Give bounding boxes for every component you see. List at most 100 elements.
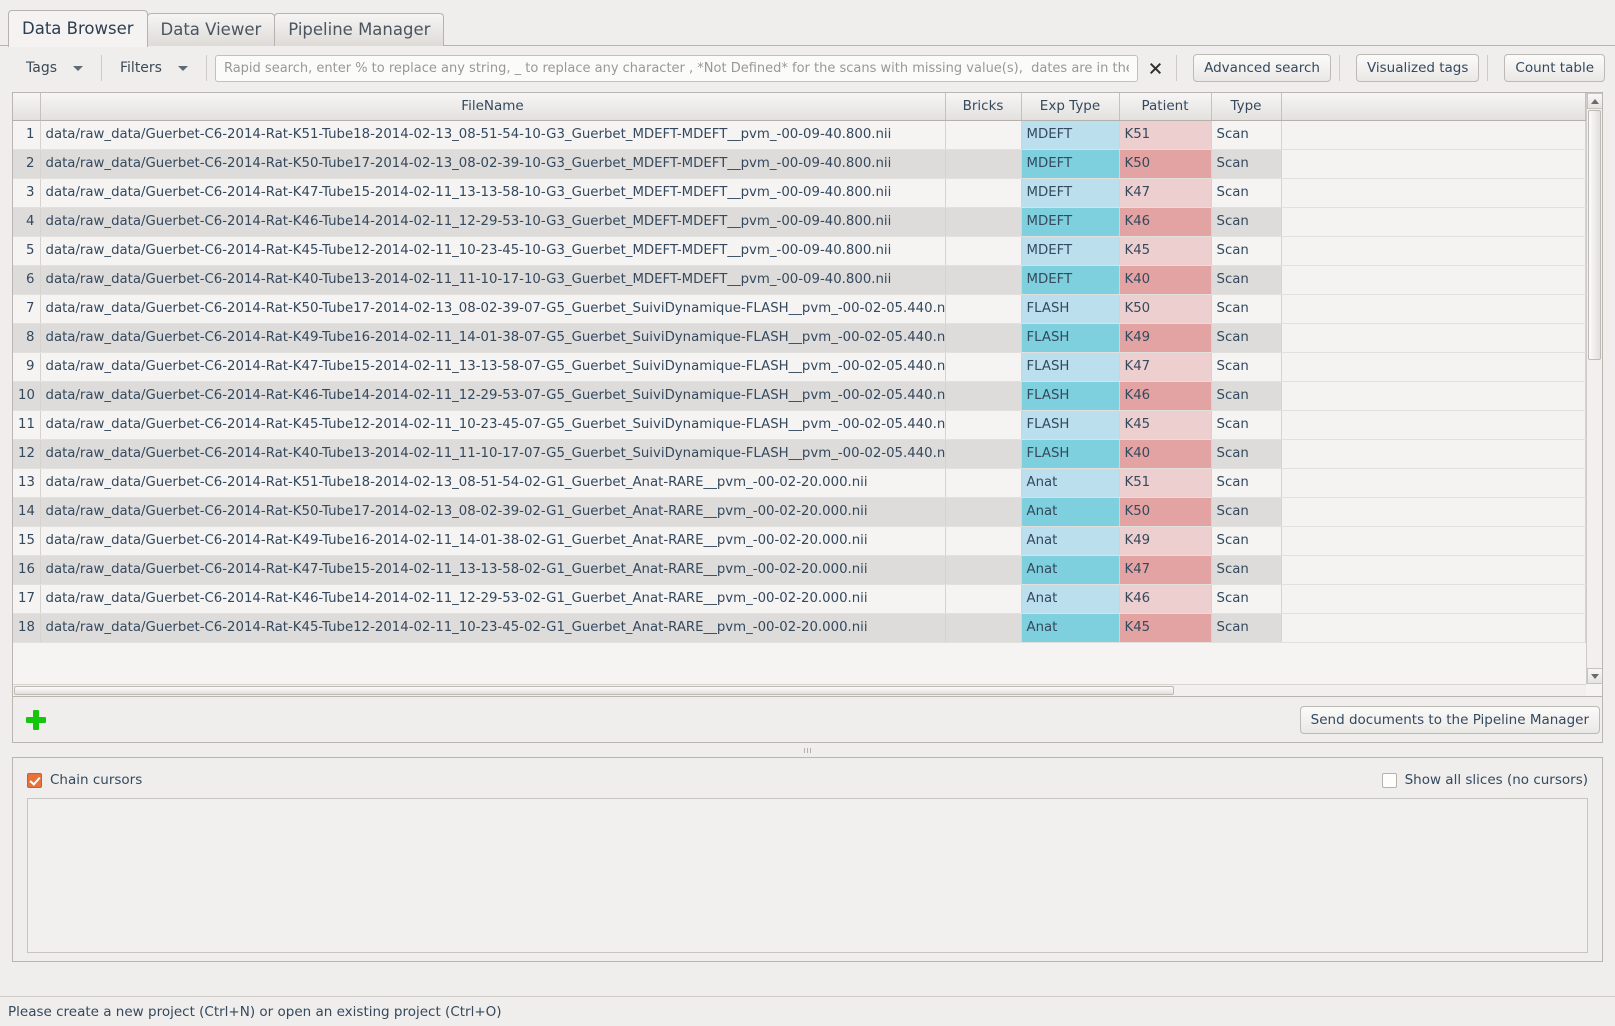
table-row[interactable]: 16 data/raw_data/Guerbet-C6-2014-Rat-K47-… (13, 555, 1586, 585)
chain-cursors-checkbox[interactable]: Chain cursors (27, 772, 142, 788)
cell-bricks[interactable] (945, 352, 1022, 382)
cell-filename[interactable]: data/raw_data/Guerbet-C6-2014-Rat-K50-Tu… (40, 497, 946, 527)
cell-filename[interactable]: data/raw_data/Guerbet-C6-2014-Rat-K51-Tu… (40, 468, 946, 498)
row-index-cell[interactable]: 5 (13, 236, 41, 266)
visualized-tags-button[interactable]: Visualized tags (1355, 54, 1480, 82)
cell-exp-type[interactable]: FLASH (1021, 381, 1120, 411)
vertical-scroll-thumb[interactable] (1588, 110, 1601, 360)
cell-type[interactable]: Scan (1211, 468, 1282, 498)
cell-bricks[interactable] (945, 526, 1022, 556)
table-row[interactable]: 5 data/raw_data/Guerbet-C6-2014-Rat-K45-T… (13, 236, 1586, 266)
cell-filename[interactable]: data/raw_data/Guerbet-C6-2014-Rat-K46-Tu… (40, 584, 946, 614)
cell-patient[interactable]: K50 (1119, 294, 1212, 324)
table-row[interactable]: 6 data/raw_data/Guerbet-C6-2014-Rat-K40-T… (13, 265, 1586, 295)
send-documents-button[interactable]: Send documents to the Pipeline Manager (1299, 705, 1600, 734)
column-header-filename[interactable]: FileName (40, 93, 946, 121)
cell-filename[interactable]: data/raw_data/Guerbet-C6-2014-Rat-K49-Tu… (40, 323, 946, 353)
cell-exp-type[interactable]: FLASH (1021, 410, 1120, 440)
scroll-up-button[interactable] (1587, 93, 1602, 109)
cell-type[interactable]: Scan (1211, 207, 1282, 237)
column-header-type[interactable]: Type (1211, 93, 1282, 121)
cell-filename[interactable]: data/raw_data/Guerbet-C6-2014-Rat-K45-Tu… (40, 236, 946, 266)
column-header-index[interactable] (13, 93, 41, 121)
row-index-cell[interactable]: 15 (13, 526, 41, 556)
cell-filename[interactable]: data/raw_data/Guerbet-C6-2014-Rat-K45-Tu… (40, 410, 946, 440)
cell-type[interactable]: Scan (1211, 381, 1282, 411)
cell-bricks[interactable] (945, 468, 1022, 498)
cell-exp-type[interactable]: FLASH (1021, 352, 1120, 382)
cell-filename[interactable]: data/raw_data/Guerbet-C6-2014-Rat-K47-Tu… (40, 555, 946, 585)
cell-bricks[interactable] (945, 497, 1022, 527)
cell-exp-type[interactable]: Anat (1021, 555, 1120, 585)
cell-patient[interactable]: K50 (1119, 497, 1212, 527)
horizontal-scroll-thumb[interactable] (14, 686, 1174, 695)
row-index-cell[interactable]: 9 (13, 352, 41, 382)
cell-exp-type[interactable]: Anat (1021, 526, 1120, 556)
cell-bricks[interactable] (945, 149, 1022, 179)
search-input[interactable] (214, 54, 1139, 82)
cell-filename[interactable]: data/raw_data/Guerbet-C6-2014-Rat-K40-Tu… (40, 439, 946, 469)
cell-type[interactable]: Scan (1211, 294, 1282, 324)
cell-bricks[interactable] (945, 381, 1022, 411)
tab-data-viewer[interactable]: Data Viewer (146, 13, 276, 46)
table-row[interactable]: 14 data/raw_data/Guerbet-C6-2014-Rat-K50-… (13, 497, 1586, 527)
cell-exp-type[interactable]: FLASH (1021, 294, 1120, 324)
cell-patient[interactable]: K46 (1119, 584, 1212, 614)
cell-type[interactable]: Scan (1211, 236, 1282, 266)
cell-patient[interactable]: K50 (1119, 149, 1212, 179)
cell-exp-type[interactable]: MDEFT (1021, 207, 1120, 237)
cell-filename[interactable]: data/raw_data/Guerbet-C6-2014-Rat-K47-Tu… (40, 352, 946, 382)
cell-exp-type[interactable]: MDEFT (1021, 178, 1120, 208)
cell-type[interactable]: Scan (1211, 555, 1282, 585)
table-row[interactable]: 13 data/raw_data/Guerbet-C6-2014-Rat-K51-… (13, 468, 1586, 498)
cell-patient[interactable]: K47 (1119, 178, 1212, 208)
table-row[interactable]: 8 data/raw_data/Guerbet-C6-2014-Rat-K49-T… (13, 323, 1586, 353)
column-header-bricks[interactable]: Bricks (945, 93, 1022, 121)
cell-bricks[interactable] (945, 207, 1022, 237)
cell-type[interactable]: Scan (1211, 526, 1282, 556)
cell-patient[interactable]: K49 (1119, 323, 1212, 353)
row-index-cell[interactable]: 14 (13, 497, 41, 527)
row-index-cell[interactable]: 10 (13, 381, 41, 411)
row-index-cell[interactable]: 13 (13, 468, 41, 498)
table-row[interactable]: 10 data/raw_data/Guerbet-C6-2014-Rat-K46-… (13, 381, 1586, 411)
row-index-cell[interactable]: 8 (13, 323, 41, 353)
cell-bricks[interactable] (945, 555, 1022, 585)
cell-filename[interactable]: data/raw_data/Guerbet-C6-2014-Rat-K46-Tu… (40, 381, 946, 411)
cell-type[interactable]: Scan (1211, 352, 1282, 382)
panel-splitter[interactable] (12, 747, 1603, 754)
table-row[interactable]: 18 data/raw_data/Guerbet-C6-2014-Rat-K45-… (13, 613, 1586, 643)
cell-type[interactable]: Scan (1211, 439, 1282, 469)
row-index-cell[interactable]: 12 (13, 439, 41, 469)
cell-bricks[interactable] (945, 178, 1022, 208)
cell-bricks[interactable] (945, 236, 1022, 266)
row-index-cell[interactable]: 3 (13, 178, 41, 208)
cell-patient[interactable]: K46 (1119, 381, 1212, 411)
count-table-button[interactable]: Count table (1504, 54, 1605, 82)
cell-exp-type[interactable]: MDEFT (1021, 120, 1120, 150)
cell-exp-type[interactable]: MDEFT (1021, 265, 1120, 295)
row-index-cell[interactable]: 17 (13, 584, 41, 614)
cell-type[interactable]: Scan (1211, 584, 1282, 614)
cell-filename[interactable]: data/raw_data/Guerbet-C6-2014-Rat-K50-Tu… (40, 149, 946, 179)
column-header-patient[interactable]: Patient (1119, 93, 1212, 121)
scroll-down-button[interactable] (1587, 668, 1602, 684)
row-index-cell[interactable]: 18 (13, 613, 41, 643)
table-vertical-scrollbar[interactable] (1586, 93, 1602, 684)
cell-type[interactable]: Scan (1211, 497, 1282, 527)
cell-bricks[interactable] (945, 294, 1022, 324)
cell-patient[interactable]: K46 (1119, 207, 1212, 237)
show-all-slices-checkbox[interactable]: Show all slices (no cursors) (1381, 772, 1588, 788)
cell-type[interactable]: Scan (1211, 410, 1282, 440)
cell-filename[interactable]: data/raw_data/Guerbet-C6-2014-Rat-K51-Tu… (40, 120, 946, 150)
cell-patient[interactable]: K47 (1119, 555, 1212, 585)
clear-search-button[interactable] (1142, 55, 1168, 81)
table-row[interactable]: 7 data/raw_data/Guerbet-C6-2014-Rat-K50-T… (13, 294, 1586, 324)
table-row[interactable]: 2 data/raw_data/Guerbet-C6-2014-Rat-K50-T… (13, 149, 1586, 179)
cell-filename[interactable]: data/raw_data/Guerbet-C6-2014-Rat-K47-Tu… (40, 178, 946, 208)
table-row[interactable]: 4 data/raw_data/Guerbet-C6-2014-Rat-K46-T… (13, 207, 1586, 237)
cell-type[interactable]: Scan (1211, 265, 1282, 295)
cell-type[interactable]: Scan (1211, 149, 1282, 179)
cell-filename[interactable]: data/raw_data/Guerbet-C6-2014-Rat-K45-Tu… (40, 613, 946, 643)
cell-type[interactable]: Scan (1211, 613, 1282, 643)
